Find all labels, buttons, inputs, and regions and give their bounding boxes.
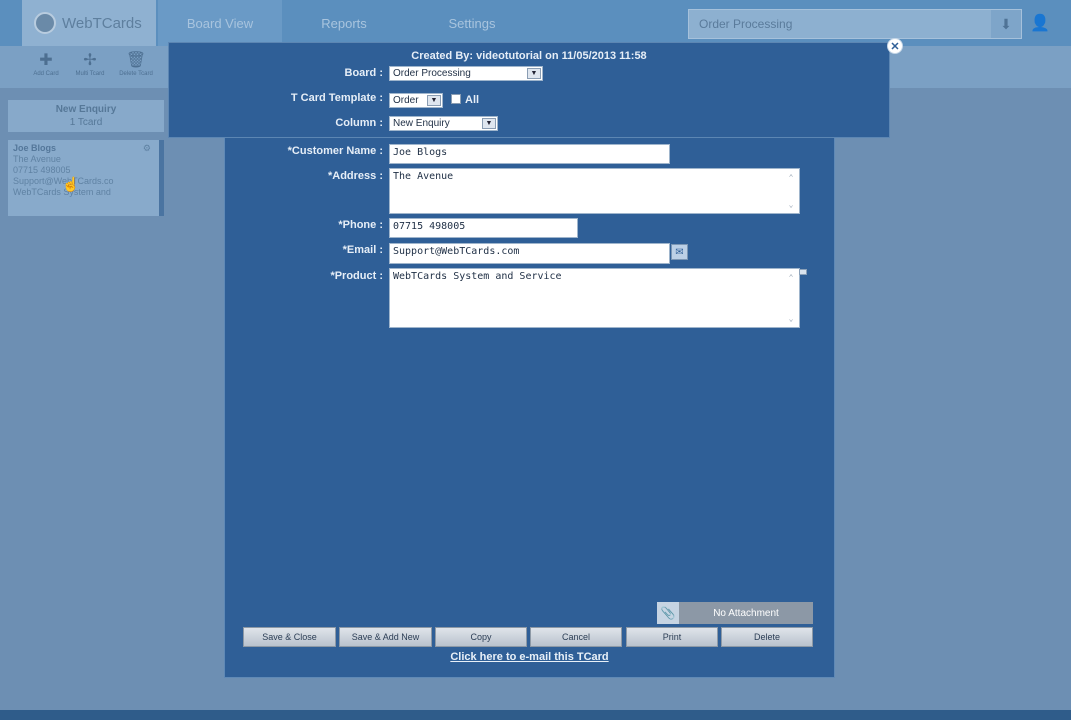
copy-button[interactable]: Copy xyxy=(435,627,527,647)
attachment-label: No Attachment xyxy=(713,607,779,619)
product-value: WebTCards System and Service xyxy=(393,271,562,282)
template-select[interactable]: Order ▼ xyxy=(389,93,443,108)
board-select[interactable]: Order Processing ▼ xyxy=(389,66,543,81)
email-field[interactable]: Support@WebTCards.com xyxy=(389,243,670,264)
tab-reports[interactable]: Reports xyxy=(284,0,404,46)
chevron-down-icon: ▼ xyxy=(482,118,496,129)
column-select-value: New Enquiry xyxy=(393,118,450,129)
save-add-new-button[interactable]: Save & Add New xyxy=(339,627,432,647)
email-label: *Email : xyxy=(342,244,383,256)
user-icon[interactable]: 👤 xyxy=(1030,13,1050,33)
column-title: New Enquiry xyxy=(55,104,117,115)
address-field[interactable]: The Avenue ⌃ ⌄ xyxy=(389,168,800,214)
all-label: All xyxy=(465,94,480,106)
multi-add-icon: ✢ xyxy=(83,52,97,69)
customer-name-label: *Customer Name : xyxy=(287,145,383,157)
tcard[interactable]: Joe Blogs ⚙ The Avenue 07715 498005 Supp… xyxy=(8,140,164,216)
phone-label: *Phone : xyxy=(338,219,383,231)
cancel-button[interactable]: Cancel xyxy=(530,627,622,647)
download-icon[interactable]: ⬇ xyxy=(991,10,1021,38)
tab-settings[interactable]: Settings xyxy=(404,0,540,46)
logo-mark-icon xyxy=(34,12,56,34)
column-label: Column : xyxy=(335,117,383,129)
textarea-scrollbar[interactable]: ⌃ ⌄ xyxy=(785,173,797,209)
board-select-value: Order Processing xyxy=(393,68,471,79)
column-count: 1 Tcard xyxy=(69,117,103,128)
customer-name-field[interactable]: Joe Blogs xyxy=(389,144,670,164)
created-by-text: Created By: videotutorial on 11/05/2013 … xyxy=(411,50,647,62)
add-card-icon: ✚ xyxy=(39,52,53,69)
email-tcard-link[interactable]: Click here to e-mail this TCard xyxy=(224,651,835,663)
multi-tcard-button[interactable]: ✢ Multi Tcard xyxy=(70,52,110,86)
add-card-button[interactable]: ✚ Add Card xyxy=(26,52,66,86)
board-selector[interactable]: Order Processing ⬇ xyxy=(688,9,1022,39)
column-header: New Enquiry 1 Tcard xyxy=(8,100,164,132)
tcard-name: Joe Blogs xyxy=(13,143,57,153)
delete-button[interactable]: Delete xyxy=(721,627,813,647)
tcard-line: WebTCards System and xyxy=(13,187,111,197)
phone-field[interactable]: 07715 498005 xyxy=(389,218,578,238)
paperclip-icon: 📎 xyxy=(657,602,679,624)
chevron-down-icon: ▼ xyxy=(427,95,441,106)
delete-tcard-button[interactable]: 🗑 Delete Tcard xyxy=(116,52,156,86)
top-nav-bar: WebTCards Board View Reports Settings Or… xyxy=(0,0,1071,46)
address-value: The Avenue xyxy=(393,171,454,182)
all-templates-checkbox[interactable] xyxy=(451,94,461,104)
column-select[interactable]: New Enquiry ▼ xyxy=(389,116,498,131)
app-logo[interactable]: WebTCards xyxy=(22,0,156,46)
save-close-button[interactable]: Save & Close xyxy=(243,627,336,647)
template-select-value: Order xyxy=(393,95,419,106)
tab-board-view[interactable]: Board View xyxy=(158,0,282,46)
gear-icon[interactable]: ⚙ xyxy=(143,143,151,154)
tcard-line: 07715 498005 xyxy=(13,165,71,175)
board-selector-value: Order Processing xyxy=(699,17,793,31)
bottom-bar xyxy=(0,710,1071,720)
logo-text: WebTCards xyxy=(62,14,142,32)
board-label: Board : xyxy=(344,67,384,79)
trash-icon: 🗑 xyxy=(125,52,147,69)
address-label: *Address : xyxy=(327,170,383,182)
attachment-button[interactable]: 📎 No Attachment xyxy=(657,602,813,624)
textarea-scrollbar[interactable]: ⌃ ⌄ xyxy=(785,273,797,323)
template-label: T Card Template : xyxy=(290,92,383,104)
tcard-line: The Avenue xyxy=(13,154,61,164)
expand-icon[interactable] xyxy=(799,269,807,275)
chevron-down-icon: ▼ xyxy=(527,68,541,79)
mouse-cursor-icon: ☝ xyxy=(62,176,80,192)
send-email-icon[interactable]: ✉ xyxy=(671,244,688,260)
product-label: *Product : xyxy=(330,270,383,282)
tcard-line: Support@WebTCards.co xyxy=(13,176,114,186)
product-field[interactable]: WebTCards System and Service ⌃ ⌄ xyxy=(389,268,800,328)
print-button[interactable]: Print xyxy=(626,627,718,647)
